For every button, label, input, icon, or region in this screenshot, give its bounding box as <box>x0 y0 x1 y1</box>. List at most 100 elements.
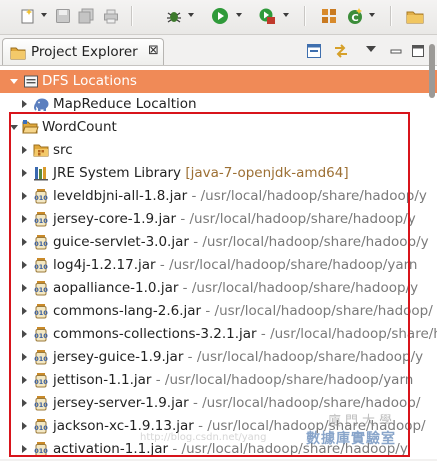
expand-arrow-icon[interactable] <box>22 284 27 292</box>
new-class-icon[interactable]: C <box>344 5 366 27</box>
scrollbar-thumb[interactable] <box>429 44 435 98</box>
expand-arrow-icon[interactable] <box>10 79 18 84</box>
tree-label: commons-lang-2.6.jar - /usr/local/hadoop… <box>53 303 433 319</box>
svg-text:010: 010 <box>34 424 48 432</box>
maximize-icon[interactable] <box>410 43 426 59</box>
tree-label: jackson-xc-1.9.13.jar - /usr/local/hadoo… <box>53 418 426 434</box>
jar-path: - /usr/local/hadoop/share/hadoop/ <box>193 418 426 434</box>
debug-dropdown-icon[interactable] <box>188 13 194 17</box>
tree-label: aopalliance-1.0.jar - /usr/local/hadoop/… <box>53 280 418 296</box>
jar-path: - /usr/local/hadoop/share/hadoop/y <box>187 188 427 204</box>
jar-name: jettison-1.1.jar <box>53 372 152 388</box>
debug-icon[interactable] <box>163 5 185 27</box>
jar-name: guice-servlet-3.0.jar <box>53 234 189 250</box>
tree-label: leveldbjni-all-1.8.jar - /usr/local/hado… <box>53 188 427 204</box>
tree-row-mapreduce-location[interactable]: MapReduce Localtion <box>0 93 437 116</box>
elephant-icon <box>33 96 49 112</box>
tree-row-jar[interactable]: 010 commons-lang-2.6.jar - /usr/local/had… <box>0 300 437 323</box>
tree-row-jar[interactable]: 010 commons-collections-3.2.1.jar - /usr/… <box>0 323 437 346</box>
collapse-all-icon[interactable] <box>306 43 322 59</box>
svg-text:010: 010 <box>34 263 48 271</box>
view-menu-icon[interactable] <box>366 46 376 52</box>
tree-row-jar[interactable]: 010 jackson-xc-1.9.13.jar - /usr/local/ha… <box>0 415 437 438</box>
source-folder-icon <box>33 142 49 158</box>
tree-row-jar[interactable]: 010 leveldbjni-all-1.8.jar - /usr/local/h… <box>0 185 437 208</box>
tree-label: WordCount <box>42 119 117 135</box>
new-package-icon[interactable] <box>318 5 340 27</box>
jar-icon: 010 <box>33 372 49 388</box>
close-icon[interactable]: ⊠ <box>148 43 159 58</box>
expand-arrow-icon[interactable] <box>22 261 27 269</box>
tree-row-jre-library[interactable]: JRE System Library [java-7-openjdk-amd64… <box>0 162 437 185</box>
expand-arrow-icon[interactable] <box>22 238 27 246</box>
tree-label: guice-servlet-3.0.jar - /usr/local/hadoo… <box>53 234 429 250</box>
svg-text:010: 010 <box>34 332 48 340</box>
jar-path: - /usr/local/hadoop/share/hadoop/y <box>178 280 419 296</box>
run-dropdown-icon[interactable] <box>236 13 242 17</box>
run-icon[interactable] <box>209 5 231 27</box>
link-with-editor-icon[interactable] <box>333 43 349 59</box>
jar-name: commons-lang-2.6.jar <box>53 303 202 319</box>
svg-text:010: 010 <box>34 447 48 455</box>
open-perspective-icon[interactable] <box>404 5 426 27</box>
new-dropdown-icon[interactable] <box>41 13 47 17</box>
svg-text:010: 010 <box>34 240 48 248</box>
tree-row-jar[interactable]: 010 jettison-1.1.jar - /usr/local/hadoop/… <box>0 369 437 392</box>
tree-label: jettison-1.1.jar - /usr/local/hadoop/sha… <box>53 372 413 388</box>
tree-row-jar[interactable]: 010 log4j-1.2.17.jar - /usr/local/hadoop/… <box>0 254 437 277</box>
svg-text:010: 010 <box>34 194 48 202</box>
save-all-icon[interactable] <box>75 5 97 27</box>
jar-path: - /usr/local/hadoop/share/hadoop/y <box>183 349 424 365</box>
new-icon[interactable] <box>17 5 39 27</box>
tree-label: log4j-1.2.17.jar - /usr/local/hadoop/sha… <box>53 257 417 273</box>
toolbar-separator <box>390 6 392 26</box>
tree-row-dfs-locations[interactable]: DFS Locations <box>0 70 437 93</box>
jar-name: jersey-server-1.9.jar <box>53 395 189 411</box>
jar-path: - /usr/local/hadoop/share/hadoop/y <box>168 441 408 457</box>
expand-arrow-icon[interactable] <box>22 353 27 361</box>
jar-icon: 010 <box>33 418 49 434</box>
new-class-dropdown-icon[interactable] <box>369 13 375 17</box>
expand-arrow-icon[interactable] <box>22 215 27 223</box>
tree-row-wordcount-project[interactable]: WordCount <box>0 116 437 139</box>
jar-icon: 010 <box>33 234 49 250</box>
expand-arrow-icon[interactable] <box>22 330 27 338</box>
library-icon <box>33 165 49 181</box>
tree-row-jar[interactable]: 010 jersey-server-1.9.jar - /usr/local/ha… <box>0 392 437 415</box>
tree-row-jar[interactable]: 010 aopalliance-1.0.jar - /usr/local/hado… <box>0 277 437 300</box>
jar-icon: 010 <box>33 303 49 319</box>
print-icon[interactable] <box>100 5 122 27</box>
project-tree[interactable]: DFS Locations MapReduce Localtion WordCo… <box>0 65 437 459</box>
expand-arrow-icon[interactable] <box>22 100 27 108</box>
tree-label: commons-collections-3.2.1.jar - /usr/loc… <box>53 326 437 342</box>
svg-text:010: 010 <box>34 355 48 363</box>
expand-arrow-icon[interactable] <box>22 422 27 430</box>
jar-name: jackson-xc-1.9.13.jar <box>53 418 194 434</box>
tree-row-jar[interactable]: 010 guice-servlet-3.0.jar - /usr/local/ha… <box>0 231 437 254</box>
view-title: Project Explorer <box>31 44 138 60</box>
jar-icon: 010 <box>33 188 49 204</box>
tree-label: JRE System Library [java-7-openjdk-amd64… <box>53 165 349 181</box>
external-tools-dropdown-icon[interactable] <box>283 13 289 17</box>
expand-arrow-icon[interactable] <box>22 307 27 315</box>
expand-arrow-icon[interactable] <box>22 169 27 177</box>
jar-name: jersey-guice-1.9.jar <box>53 349 184 365</box>
jar-path: - /usr/local/hadoop/share/hadoop/yarn <box>151 372 414 388</box>
tab-project-explorer[interactable]: Project Explorer ⊠ <box>2 38 164 65</box>
tree-label: jersey-server-1.9.jar - /usr/local/hadoo… <box>53 395 420 411</box>
expand-arrow-icon[interactable] <box>22 376 27 384</box>
tree-row-src[interactable]: src <box>0 139 437 162</box>
expand-arrow-icon[interactable] <box>22 146 27 154</box>
tree-row-jar[interactable]: 010 jersey-guice-1.9.jar - /usr/local/had… <box>0 346 437 369</box>
expand-arrow-icon[interactable] <box>22 192 27 200</box>
minimize-icon[interactable] <box>388 43 404 59</box>
save-icon[interactable] <box>52 5 74 27</box>
jar-icon: 010 <box>33 441 49 457</box>
expand-arrow-icon[interactable] <box>10 125 18 130</box>
jar-name: activation-1.1.jar <box>53 441 169 457</box>
tree-row-jar[interactable]: 010 jersey-core-1.9.jar - /usr/local/hado… <box>0 208 437 231</box>
expand-arrow-icon[interactable] <box>22 399 27 407</box>
project-explorer-icon <box>10 45 26 64</box>
expand-arrow-icon[interactable] <box>22 445 27 453</box>
external-tools-icon[interactable] <box>256 5 278 27</box>
